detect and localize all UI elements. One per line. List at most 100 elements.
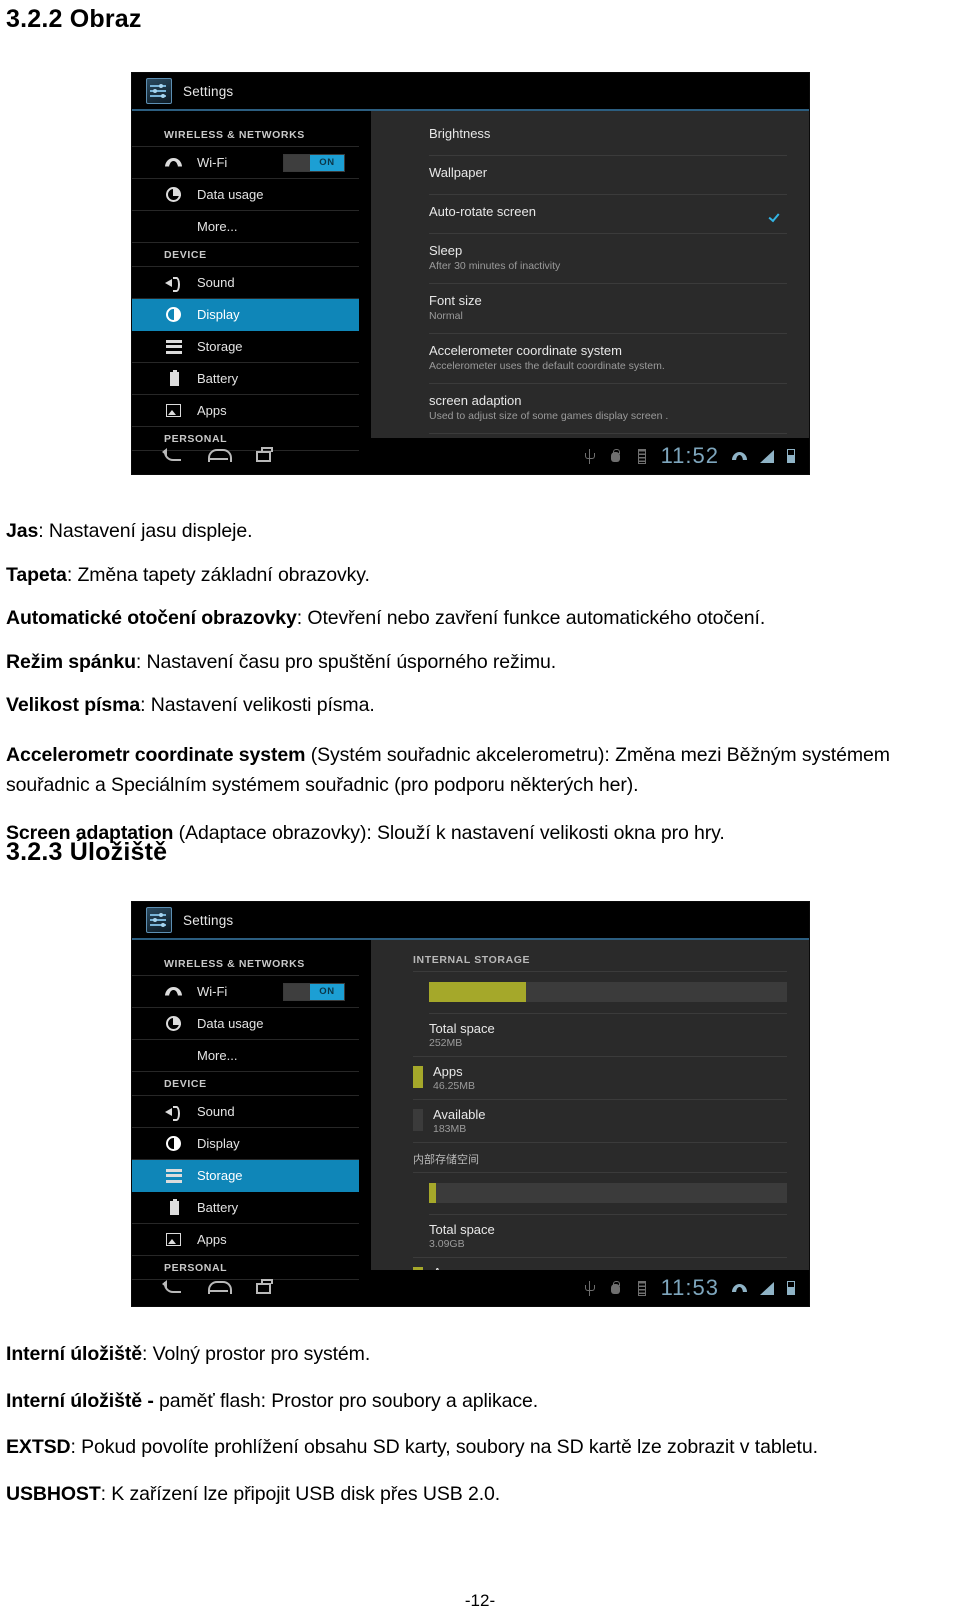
sidebar-item-battery[interactable]: Battery: [132, 1192, 359, 1224]
sidebar-section-wireless: WIRELESS & NETWORKS: [132, 123, 359, 147]
sidebar-item-display[interactable]: Display: [132, 1128, 359, 1160]
sidebar-item-label: Data usage: [197, 187, 264, 202]
row-title: Available: [433, 1107, 486, 1122]
internal-available-row: Available 183MB: [413, 1100, 787, 1143]
display-settings-panel: Brightness Wallpaper Auto-rotate screen …: [371, 111, 809, 438]
para-interni-ulozište: Interní úložiště: Volný prostor pro syst…: [6, 1343, 951, 1365]
para-text: : Otevření nebo zavření funkce automatic…: [296, 607, 766, 629]
sidebar-item-sound[interactable]: Sound: [132, 1096, 359, 1128]
clock: 11:53: [660, 1275, 719, 1300]
back-icon[interactable]: [154, 1275, 200, 1301]
para-text: : Pokud povolíte prohlížení obsahu SD ka…: [70, 1436, 819, 1458]
battery-status-icon: [787, 1281, 795, 1295]
battery-icon: [164, 369, 184, 389]
wifi-icon: [164, 153, 184, 173]
sidebar-item-data-usage[interactable]: Data usage: [132, 1008, 359, 1040]
recent-apps-icon[interactable]: [246, 443, 292, 469]
page-heading-322: 3.2.2 Obraz: [6, 5, 142, 33]
para-sleep: Režim spánku: Nastavení času pro spuštěn…: [6, 650, 951, 673]
recent-apps-icon[interactable]: [246, 1275, 292, 1301]
sidebar-item-label: Sound: [197, 275, 235, 290]
para-term: Jas: [6, 520, 39, 542]
sidebar-item-battery[interactable]: Battery: [132, 363, 359, 395]
legend-swatch-apps: [413, 1267, 423, 1270]
page-number: -12-: [464, 1591, 496, 1610]
internal-total-space-row: Total space 252MB: [413, 1014, 787, 1057]
sidebar-item-sound[interactable]: Sound: [132, 267, 359, 299]
sidebar-item-wifi[interactable]: Wi-Fi ON: [132, 147, 359, 179]
row-subtitle: Used to adjust size of some games displa…: [429, 409, 669, 422]
flash-total-space-row: Total space 3.09GB: [413, 1215, 787, 1258]
settings-titlebar: Settings: [132, 902, 809, 940]
sidebar-item-apps[interactable]: Apps: [132, 1224, 359, 1256]
flash-storage-bar: [429, 1183, 787, 1203]
sidebar-item-display[interactable]: Display: [132, 299, 359, 331]
home-icon[interactable]: [200, 1275, 246, 1301]
row-title: screen adaption: [429, 392, 522, 408]
internal-storage-header: INTERNAL STORAGE: [413, 946, 787, 972]
android-screenshot-storage: Settings WIRELESS & NETWORKS Wi-Fi ON Da…: [131, 901, 810, 1307]
sidebar-item-storage[interactable]: Storage: [132, 331, 359, 363]
sidebar-item-label: More...: [197, 1048, 238, 1063]
row-wallpaper[interactable]: Wallpaper: [429, 156, 787, 195]
app-title: Settings: [183, 912, 234, 928]
android-navigation-bar: 11:53: [132, 1270, 809, 1306]
toggle-state-label: ON: [310, 983, 344, 1000]
sidebar-section-device: DEVICE: [132, 1072, 359, 1096]
sidebar-item-wifi[interactable]: Wi-Fi ON: [132, 976, 359, 1008]
brightness-icon: [164, 305, 184, 325]
internal-apps-row[interactable]: Apps 46.25MB: [413, 1057, 787, 1100]
row-title: Sleep: [429, 243, 463, 258]
row-brightness[interactable]: Brightness: [429, 117, 787, 156]
sidebar-item-storage[interactable]: Storage: [132, 1160, 359, 1192]
para-tapeta: Tapeta: Změna tapety základní obrazovky.: [6, 565, 951, 586]
battery-status-icon: [787, 449, 795, 463]
sidebar-item-data-usage[interactable]: Data usage: [132, 179, 359, 211]
wifi-toggle[interactable]: ON: [283, 153, 345, 172]
internal-storage-bar-fill: [429, 982, 526, 1002]
storage-icon: [164, 337, 184, 357]
description-block-display: Jas: Nastavení jasu displeje. Tapeta: Zm…: [6, 520, 951, 843]
row-font-size[interactable]: Font size Normal: [429, 284, 787, 334]
para-font-size: Velikost písma: Nastavení velikosti písm…: [6, 694, 951, 716]
sidebar-item-label: Sound: [197, 1104, 235, 1119]
sidebar-item-label: Wi-Fi: [197, 155, 228, 170]
sidebar-item-more[interactable]: More...: [132, 211, 359, 243]
row-subtitle: After 30 minutes of inactivity: [429, 260, 561, 273]
para-flash: Interní úložiště - paměť flash: Prostor …: [6, 1389, 951, 1412]
para-term: Interní úložiště: [6, 1343, 142, 1365]
wifi-toggle[interactable]: ON: [283, 982, 345, 1001]
row-title: Auto-rotate screen: [429, 204, 536, 219]
row-sleep[interactable]: Sleep After 30 minutes of inactivity: [429, 234, 787, 284]
status-tray[interactable]: 11:53: [583, 1275, 799, 1301]
storage-settings-panel: INTERNAL STORAGE Total space 252MB Apps …: [371, 940, 809, 1270]
sidebar-item-label: Display: [197, 307, 240, 322]
para-term: Režim spánku: [6, 650, 136, 673]
checkmark-icon[interactable]: [770, 208, 783, 221]
para-auto-rotate: Automatické otočení obrazovky: Otevření …: [6, 607, 951, 629]
app-title: Settings: [183, 83, 234, 99]
back-icon[interactable]: [154, 443, 200, 469]
home-icon[interactable]: [200, 443, 246, 469]
sidebar-item-apps[interactable]: Apps: [132, 395, 359, 427]
settings-icon: [146, 78, 172, 104]
para-term: USBHOST: [6, 1482, 101, 1505]
para-text: : Nastavení jasu displeje.: [38, 520, 253, 542]
settings-icon: [146, 907, 172, 933]
sidebar-section-device: DEVICE: [132, 243, 359, 267]
flash-storage-header: 内部存储空间: [413, 1143, 787, 1173]
row-auto-rotate[interactable]: Auto-rotate screen: [429, 195, 787, 234]
flash-apps-row[interactable]: Apps 464KB: [413, 1258, 787, 1270]
sidebar-item-more[interactable]: More...: [132, 1040, 359, 1072]
storage-icon: [164, 1166, 184, 1186]
pie-chart-icon: [164, 1014, 184, 1034]
para-text: paměť flash: Prostor pro soubory a aplik…: [159, 1389, 539, 1412]
row-screen-adaption[interactable]: screen adaption Used to adjust size of s…: [429, 384, 787, 434]
debug-icon: [609, 448, 622, 465]
status-tray[interactable]: 11:52: [583, 443, 799, 469]
row-title: Accelerometer coordinate system: [429, 342, 622, 358]
internal-storage-bar-row: [429, 972, 787, 1014]
para-term: Velikost písma: [6, 694, 141, 716]
row-accelerometer[interactable]: Accelerometer coordinate system Accelero…: [429, 334, 787, 384]
clock: 11:52: [660, 443, 719, 468]
